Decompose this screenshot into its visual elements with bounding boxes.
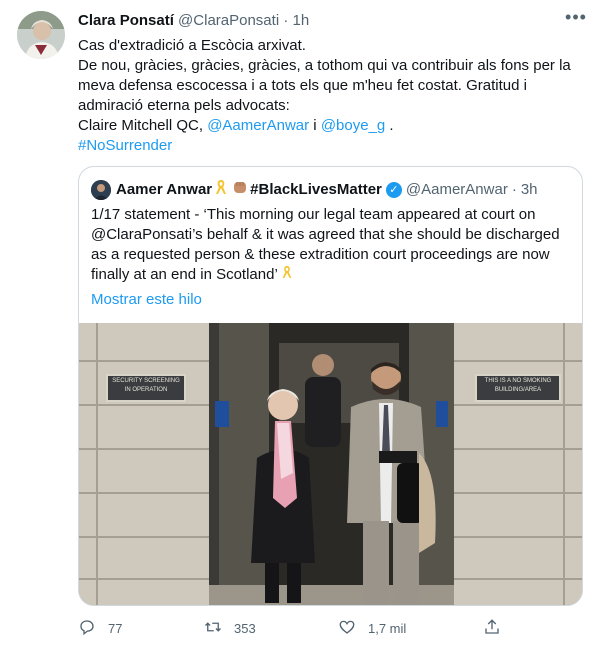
more-button[interactable]: ••• [564, 7, 588, 30]
quoted-tweet[interactable]: Aamer Anwar #BlackLivesMatter ✓ @AamerAn… [78, 166, 583, 606]
ribbon-icon [214, 179, 228, 201]
tweet-lawyers-line: Claire Mitchell QC, @AamerAnwar i @boye_… [78, 116, 583, 136]
quote-author-name-suffix[interactable]: #BlackLivesMatter [250, 180, 382, 200]
quote-text: 1/17 statement - ‘This morning our legal… [91, 205, 569, 285]
header-separator: · [283, 12, 289, 29]
mention-link[interactable]: @AamerAnwar [207, 117, 309, 134]
tweet[interactable]: Clara Ponsatí @ClaraPonsati · 1h ••• Cas… [0, 0, 599, 651]
author-name[interactable]: Clara Ponsatí [78, 12, 174, 29]
hashtag-link[interactable]: #NoSurrender [78, 137, 172, 154]
retweet-icon [204, 618, 234, 639]
quote-text-content: 1/17 statement - ‘This morning our legal… [91, 206, 560, 283]
tweet-time[interactable]: 1h [293, 12, 310, 29]
quote-separator: · [511, 181, 517, 198]
tweet-actions: 77 353 1,7 mil [78, 618, 508, 642]
show-thread-link[interactable]: Mostrar este hilo [91, 291, 202, 308]
avatar[interactable] [17, 11, 65, 59]
reply-icon [78, 618, 108, 639]
like-icon [338, 618, 368, 639]
reply-button[interactable]: 77 [78, 618, 122, 639]
sign-left-text: SECURITY SCREENING IN OPERATION [112, 378, 180, 393]
share-icon [483, 618, 513, 639]
lawyers-mid: i [309, 117, 321, 134]
lawyers-suffix: . [385, 117, 394, 134]
quote-handle[interactable]: @AamerAnwar [406, 180, 508, 200]
hashtag-line: #NoSurrender [78, 136, 583, 156]
quote-author-name[interactable]: Aamer Anwar [116, 180, 212, 200]
like-count: 1,7 mil [368, 621, 407, 636]
mention-link[interactable]: @boye_g [321, 117, 385, 134]
ribbon-icon [281, 266, 293, 283]
tweet-line: De nou, gràcies, gràcies, gràcies, a tot… [78, 57, 571, 114]
reply-count: 77 [108, 621, 123, 636]
more-icon: ••• [565, 7, 587, 27]
tweet-header: Clara Ponsatí @ClaraPonsati · 1h [78, 11, 309, 31]
fist-icon [232, 179, 248, 201]
retweet-count: 353 [234, 621, 256, 636]
verified-icon: ✓ [385, 182, 402, 198]
retweet-button[interactable]: 353 [204, 618, 256, 639]
like-button[interactable]: 1,7 mil [338, 618, 406, 639]
quote-avatar[interactable] [91, 180, 111, 200]
quote-photo[interactable]: SECURITY SCREENING IN OPERATION THIS IS … [79, 323, 582, 605]
tweet-text: Cas d'extradició a Escòcia arxivat. De n… [78, 36, 583, 156]
sign-right-text: THIS IS A NO SMOKING BUILDING/AREA [484, 378, 552, 393]
lawyers-prefix: Claire Mitchell QC, [78, 117, 208, 134]
quote-time[interactable]: 3h [521, 180, 538, 200]
author-handle[interactable]: @ClaraPonsati [178, 12, 279, 29]
tweet-line: Cas d'extradició a Escòcia arxivat. [78, 37, 306, 54]
quote-header: Aamer Anwar #BlackLivesMatter ✓ @AamerAn… [91, 179, 538, 201]
share-button[interactable] [483, 618, 513, 639]
